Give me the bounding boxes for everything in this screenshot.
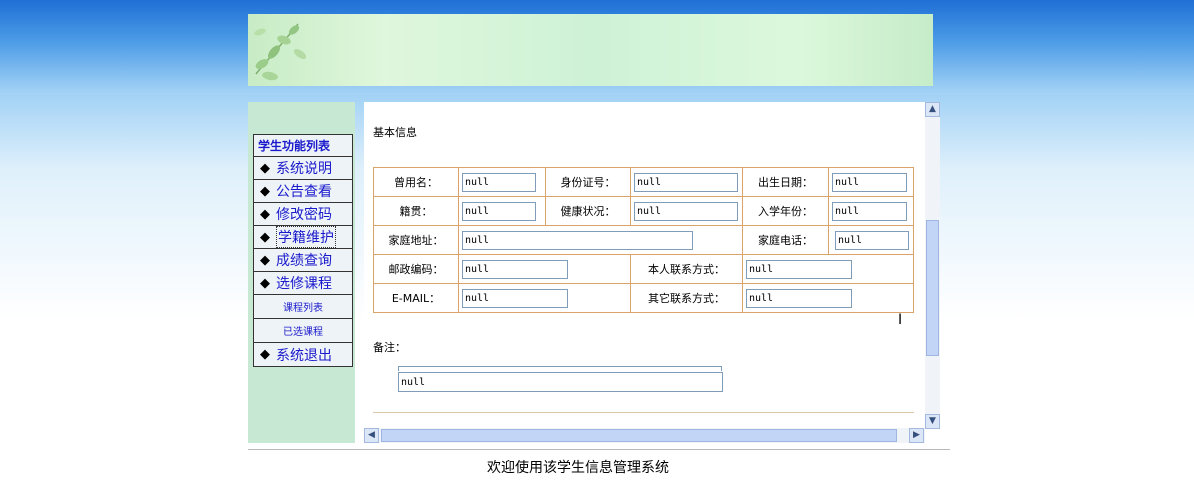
other-contact-label: 其它联系方式： [630, 283, 743, 313]
menu-item-label: 成绩查询 [276, 253, 332, 269]
menu-subitem-course-list[interactable]: 课程列表 [254, 295, 352, 319]
postcode-field[interactable] [462, 259, 568, 279]
menu-item-electives[interactable]: ◆ 选修课程 [254, 272, 352, 295]
table-row: 家庭地址： 家庭电话： [373, 225, 914, 255]
used-name-label: 曾用名： [373, 167, 459, 197]
scroll-up-icon[interactable]: ▲ [925, 102, 940, 117]
remark-label: 备注： [373, 341, 406, 354]
diamond-bullet-icon: ◆ [260, 252, 270, 268]
remark-field[interactable] [398, 372, 723, 392]
menu-item-label: 系统说明 [276, 161, 332, 177]
table-row: 曾用名： 身份证号： 出生日期： [373, 167, 914, 197]
health-label: 健康状况： [545, 196, 631, 226]
contact-field[interactable] [746, 259, 852, 279]
header-banner [248, 14, 933, 86]
table-row: 邮政编码： 本人联系方式： [373, 254, 914, 284]
home-phone-field[interactable] [835, 230, 909, 250]
diamond-bullet-icon: ◆ [260, 347, 270, 362]
scroll-down-icon[interactable]: ▼ [925, 414, 940, 429]
menu-header: 学生功能列表 [254, 135, 352, 157]
footer-divider [248, 449, 950, 450]
postcode-label: 邮政编码： [373, 254, 459, 284]
home-phone-label: 家庭电话： [742, 225, 829, 255]
menu-item-system-info[interactable]: ◆ 系统说明 [254, 157, 352, 180]
address-label: 家庭地址： [373, 225, 459, 255]
vertical-scroll-thumb[interactable] [926, 220, 939, 356]
id-card-label: 身份证号： [545, 167, 631, 197]
diamond-bullet-icon: ◆ [260, 160, 270, 176]
health-field[interactable] [634, 201, 738, 221]
address-field[interactable] [462, 230, 693, 250]
horizontal-scroll-thumb[interactable] [381, 429, 897, 442]
diamond-bullet-icon: ◆ [260, 229, 270, 245]
diamond-bullet-icon: ◆ [260, 275, 270, 291]
id-card-field[interactable] [634, 172, 738, 192]
email-field[interactable] [462, 288, 568, 308]
native-place-field[interactable] [462, 201, 536, 221]
entry-year-label: 入学年份： [742, 196, 829, 226]
contact-label: 本人联系方式： [630, 254, 743, 284]
menu-item-logout[interactable]: ◆ 系统退出 [254, 343, 352, 366]
diamond-bullet-icon: ◆ [260, 206, 270, 222]
section-title: 基本信息 [373, 126, 417, 139]
basic-info-table: 曾用名： 身份证号： 出生日期： 籍贯： 健康状况： 入学年份： 家庭地址： 家… [373, 167, 914, 313]
remark-frame [398, 366, 722, 371]
diamond-bullet-icon: ◆ [260, 183, 270, 199]
menu-item-label: 学籍维护 [276, 226, 336, 248]
leaf-decoration-icon [254, 23, 307, 81]
menu-item-student-records[interactable]: ◆ 学籍维护 [254, 226, 352, 249]
vertical-scrollbar[interactable]: ▲ ▼ [925, 102, 940, 429]
email-label: E-MAIL： [373, 283, 459, 313]
divider [373, 412, 914, 413]
menu-item-change-password[interactable]: ◆ 修改密码 [254, 203, 352, 226]
menu-item-grades[interactable]: ◆ 成绩查询 [254, 249, 352, 272]
other-contact-field[interactable] [746, 288, 852, 308]
menu-item-announcements[interactable]: ◆ 公告查看 [254, 180, 352, 203]
text-cursor-icon: I [898, 312, 903, 328]
content-frame: 基本信息 曾用名： 身份证号： 出生日期： 籍贯： 健康状况： 入学年份： 家庭… [364, 102, 925, 427]
footer-text: 欢迎使用该学生信息管理系统 [487, 460, 669, 476]
menu-item-label: 选修课程 [276, 276, 332, 292]
entry-year-field[interactable] [832, 201, 907, 221]
menu-item-label: 修改密码 [276, 207, 332, 223]
horizontal-scrollbar[interactable]: ◀ ▶ [364, 428, 925, 443]
menu-subitem-selected-courses[interactable]: 已选课程 [254, 319, 352, 343]
native-place-label: 籍贯： [373, 196, 459, 226]
student-function-menu: 学生功能列表 ◆ 系统说明 ◆ 公告查看 ◆ 修改密码 ◆ 学籍维护 ◆ 成绩查询 ◆ 选修… [253, 134, 353, 367]
birth-date-label: 出生日期： [742, 167, 829, 197]
scroll-left-icon[interactable]: ◀ [364, 428, 379, 443]
scroll-right-icon[interactable]: ▶ [909, 428, 924, 443]
menu-item-label: 系统退出 [276, 347, 332, 364]
birth-date-field[interactable] [832, 172, 907, 192]
table-row: 籍贯： 健康状况： 入学年份： [373, 196, 914, 226]
table-row: E-MAIL： 其它联系方式： [373, 283, 914, 313]
menu-item-label: 公告查看 [276, 184, 332, 200]
used-name-field[interactable] [462, 172, 536, 192]
